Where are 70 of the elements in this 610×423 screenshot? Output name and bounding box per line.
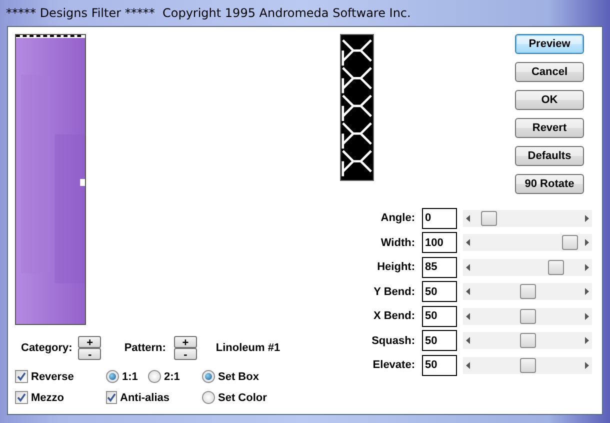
right-arrow-icon[interactable] (585, 337, 589, 344)
option-label: Reverse (31, 370, 74, 382)
slider-thumb[interactable] (520, 284, 536, 300)
slider-track[interactable] (463, 234, 592, 252)
right-arrow-icon[interactable] (585, 214, 589, 222)
dialog-button[interactable]: Preview (515, 34, 584, 54)
option-label: Mezzo (31, 392, 64, 404)
slider-track[interactable] (463, 258, 592, 276)
right-arrow-icon[interactable] (585, 239, 589, 246)
stepper-label: Category: (21, 342, 72, 354)
right-arrow-icon[interactable] (585, 362, 589, 369)
field-label: X Bend: (372, 310, 416, 322)
dialog-button[interactable]: 90 Rotate (515, 174, 584, 194)
decrement-button[interactable]: - (78, 348, 102, 360)
slider-thumb[interactable] (520, 308, 536, 324)
value-field[interactable]: 50 (422, 281, 457, 302)
checkbox[interactable] (15, 370, 28, 383)
slider-track[interactable] (463, 283, 592, 300)
slider-thumb[interactable] (520, 333, 536, 348)
slider-track[interactable] (463, 332, 592, 350)
field-label: Y Bend: (372, 286, 416, 298)
value-field[interactable]: 50 (422, 330, 457, 352)
field-label: Width: (380, 236, 416, 249)
radio-button[interactable] (148, 370, 161, 383)
slider-track[interactable] (463, 308, 592, 325)
slider-thumb[interactable] (520, 358, 536, 373)
checkbox[interactable] (15, 391, 28, 404)
slider-track[interactable] (463, 356, 592, 374)
right-arrow-icon[interactable] (585, 264, 589, 271)
stepper-label: Pattern: (124, 342, 166, 354)
left-arrow-icon[interactable] (466, 288, 470, 296)
window-title: ***** Designs Filter ***** Copyright 1995 Andromeda Software Inc. (5, 5, 412, 22)
dialog-button[interactable]: OK (515, 90, 584, 110)
option-label: 2:1 (164, 370, 180, 382)
option-label: 1:1 (122, 370, 138, 382)
field-label: Squash: (370, 334, 416, 347)
value-field[interactable]: 0 (422, 208, 457, 229)
option-label: Set Box (218, 370, 259, 382)
option-label: Anti-alias (120, 392, 170, 404)
left-arrow-icon[interactable] (466, 264, 470, 271)
radio-button[interactable] (202, 370, 215, 383)
value-field[interactable]: 85 (422, 256, 457, 278)
slider-thumb[interactable] (548, 260, 564, 275)
radio-button[interactable] (106, 370, 119, 383)
slider-track[interactable] (463, 210, 592, 227)
dialog-button[interactable]: Defaults (515, 146, 584, 166)
increment-button[interactable]: + (78, 336, 102, 348)
value-field[interactable]: 100 (422, 232, 457, 254)
value-field[interactable]: 50 (422, 354, 457, 376)
left-arrow-icon[interactable] (466, 312, 470, 320)
pattern-name: Linoleum #1 (216, 342, 280, 354)
dialog-button[interactable]: Cancel (515, 62, 584, 82)
field-label: Elevate: (372, 359, 416, 372)
field-label: Height: (376, 261, 416, 274)
left-arrow-icon[interactable] (466, 362, 470, 369)
value-field[interactable]: 50 (422, 306, 457, 327)
slider-thumb[interactable] (562, 235, 578, 250)
radio-button[interactable] (202, 391, 215, 404)
dialog-button[interactable]: Revert (515, 118, 584, 138)
field-label: Angle: (380, 212, 416, 224)
slider-thumb[interactable] (480, 210, 497, 226)
right-arrow-icon[interactable] (585, 312, 589, 320)
option-label: Set Color (218, 392, 267, 404)
increment-button[interactable]: + (174, 336, 197, 348)
left-arrow-icon[interactable] (466, 239, 470, 246)
right-arrow-icon[interactable] (585, 288, 589, 296)
decrement-button[interactable]: - (174, 348, 197, 360)
checkbox[interactable] (106, 391, 117, 404)
left-arrow-icon[interactable] (466, 214, 470, 222)
left-arrow-icon[interactable] (466, 337, 470, 344)
